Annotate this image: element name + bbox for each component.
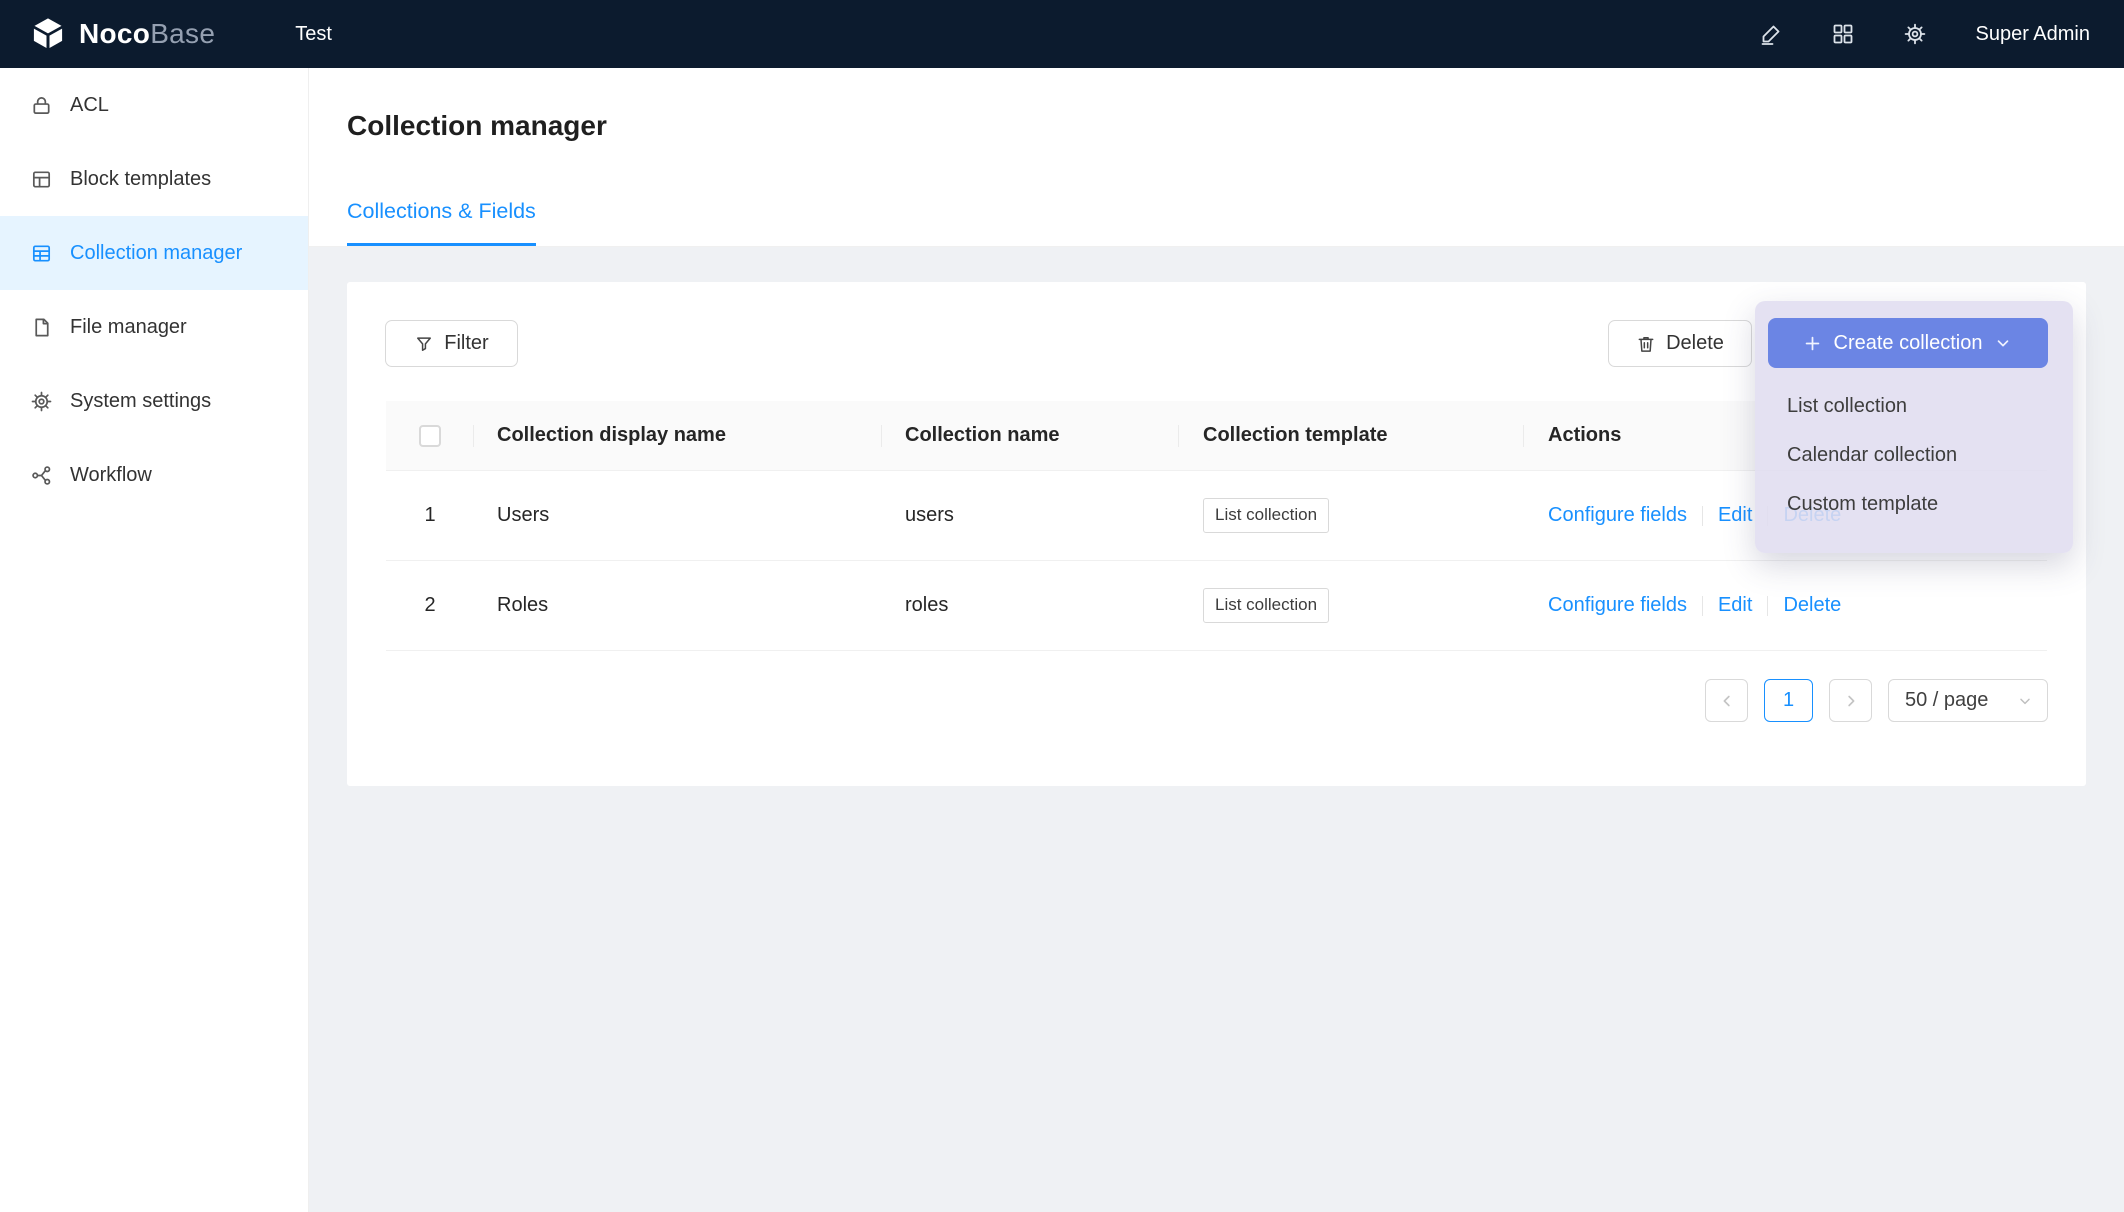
- page-size-value: 50 / page: [1905, 689, 1988, 712]
- header-right: Super Admin: [1759, 22, 2124, 46]
- collection-display-name: Roles: [474, 561, 882, 650]
- next-page-button[interactable]: [1829, 679, 1872, 722]
- column-header: Collection display name: [474, 401, 882, 470]
- template-tag: List collection: [1203, 588, 1329, 622]
- action-divider: [1767, 596, 1768, 616]
- sidebar-item-label: Collection manager: [70, 242, 242, 265]
- create-collection-button[interactable]: Create collection: [1768, 318, 2048, 368]
- configure-fields-link[interactable]: Configure fields: [1548, 594, 1687, 617]
- delete-label: Delete: [1666, 332, 1724, 355]
- column-header: Collection template: [1179, 401, 1524, 470]
- tab-collections-fields[interactable]: Collections & Fields: [347, 199, 536, 247]
- delete-button[interactable]: Delete: [1608, 320, 1752, 367]
- brand-logo[interactable]: NocoBase: [0, 16, 215, 52]
- filter-label: Filter: [444, 332, 488, 355]
- apps-icon[interactable]: [1831, 22, 1855, 46]
- chevron-down-icon: [2017, 693, 2033, 709]
- pagination: 1 50 / page: [1705, 679, 2048, 722]
- menu-item-calendar-collection[interactable]: Calendar collection: [1755, 431, 2073, 480]
- create-collection-label: Create collection: [1834, 332, 1983, 355]
- edit-link[interactable]: Edit: [1718, 594, 1752, 617]
- sidebar-item-collection-manager[interactable]: Collection manager: [0, 216, 308, 290]
- sidebar-item-label: Block templates: [70, 168, 211, 191]
- configure-fields-link[interactable]: Configure fields: [1548, 504, 1687, 527]
- main-content: Collection manager Collections & Fields …: [309, 68, 2124, 1212]
- gear-icon: [30, 390, 53, 413]
- sidebar-item-acl[interactable]: ACL: [0, 68, 308, 142]
- row-index: 1: [386, 471, 474, 560]
- table-icon: [30, 242, 53, 265]
- collection-template-cell: List collection: [1179, 561, 1524, 650]
- collection-template-cell: List collection: [1179, 471, 1524, 560]
- action-divider: [1702, 506, 1703, 526]
- row-actions: Configure fields Edit Delete: [1524, 561, 2047, 650]
- row-index: 2: [386, 561, 474, 650]
- lock-icon: [30, 94, 53, 117]
- sidebar-item-workflow[interactable]: Workflow: [0, 438, 308, 512]
- layout-icon: [30, 168, 53, 191]
- file-icon: [30, 316, 53, 339]
- delete-link[interactable]: Delete: [1783, 594, 1841, 617]
- sidebar-item-label: System settings: [70, 390, 211, 413]
- nav-item-test[interactable]: Test: [277, 0, 350, 68]
- sidebar-item-system-settings[interactable]: System settings: [0, 364, 308, 438]
- prev-page-button[interactable]: [1705, 679, 1748, 722]
- menu-item-custom-template[interactable]: Custom template: [1755, 480, 2073, 529]
- sidebar-item-label: ACL: [70, 94, 109, 117]
- sidebar-item-file-manager[interactable]: File manager: [0, 290, 308, 364]
- sidebar: ACL Block templates Collection manager F…: [0, 68, 309, 1212]
- template-tag: List collection: [1203, 498, 1329, 532]
- header-nav: Test: [277, 0, 350, 68]
- brand-base: Base: [150, 18, 215, 49]
- page-title: Collection manager: [347, 110, 607, 142]
- workflow-icon: [30, 464, 53, 487]
- collection-name: users: [882, 471, 1179, 560]
- filter-button[interactable]: Filter: [385, 320, 518, 367]
- trash-icon: [1636, 334, 1656, 354]
- column-header: Collection name: [882, 401, 1179, 470]
- brand-text: NocoBase: [79, 18, 215, 50]
- user-menu[interactable]: Super Admin: [1975, 23, 2090, 46]
- page-size-select[interactable]: 50 / page: [1888, 679, 2048, 722]
- chevron-right-icon: [1842, 692, 1860, 710]
- filter-icon: [414, 334, 434, 354]
- sidebar-item-label: File manager: [70, 316, 187, 339]
- page-number-button[interactable]: 1: [1764, 679, 1813, 722]
- create-collection-menu: List collection Calendar collection Cust…: [1755, 382, 2073, 529]
- sidebar-item-block-templates[interactable]: Block templates: [0, 142, 308, 216]
- chevron-left-icon: [1718, 692, 1736, 710]
- plus-icon: [1803, 334, 1822, 353]
- collection-display-name: Users: [474, 471, 882, 560]
- chevron-down-icon: [1994, 334, 2013, 353]
- collection-name: roles: [882, 561, 1179, 650]
- gear-icon[interactable]: [1903, 22, 1927, 46]
- highlighter-icon[interactable]: [1759, 22, 1783, 46]
- edit-link[interactable]: Edit: [1718, 504, 1752, 527]
- select-all-checkbox[interactable]: [419, 425, 441, 447]
- table-row: 2 Roles roles List collection Configure …: [386, 561, 2047, 651]
- top-header: NocoBase Test Super Admin: [0, 0, 2124, 68]
- header-select-cell: [386, 401, 474, 470]
- sidebar-item-label: Workflow: [70, 464, 152, 487]
- nocobase-logo-icon: [30, 16, 66, 52]
- menu-item-list-collection[interactable]: List collection: [1755, 382, 2073, 431]
- brand-noco: Noco: [79, 18, 150, 49]
- action-divider: [1702, 596, 1703, 616]
